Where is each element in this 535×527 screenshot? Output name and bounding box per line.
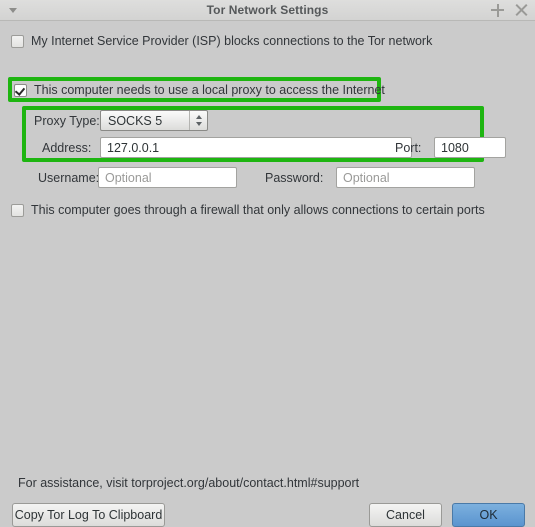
isp-blocks-checkbox-row[interactable]: My Internet Service Provider (ISP) block…	[11, 34, 432, 48]
window-title: Tor Network Settings	[206, 3, 329, 17]
port-input[interactable]: 1080	[434, 137, 506, 158]
local-proxy-checkbox[interactable]	[14, 83, 27, 97]
proxy-type-select[interactable]: SOCKS 5	[100, 110, 208, 131]
close-icon[interactable]	[515, 4, 528, 17]
firewall-label: This computer goes through a firewall th…	[31, 203, 485, 217]
dialog-content: My Internet Service Provider (ISP) block…	[0, 21, 535, 527]
window-controls	[491, 3, 528, 17]
username-label: Username:	[38, 171, 100, 185]
port-label: Port:	[395, 141, 422, 155]
copy-tor-log-button[interactable]: Copy Tor Log To Clipboard	[12, 503, 165, 527]
chevron-down-icon	[195, 122, 202, 126]
username-input[interactable]: Optional	[98, 167, 237, 188]
isp-blocks-checkbox[interactable]	[11, 34, 24, 48]
isp-blocks-label: My Internet Service Provider (ISP) block…	[31, 34, 433, 48]
window-titlebar: Tor Network Settings	[0, 0, 535, 21]
firewall-checkbox-row[interactable]: This computer goes through a firewall th…	[11, 203, 485, 217]
spinner-arrows-icon[interactable]	[189, 111, 207, 130]
ok-button[interactable]: OK	[452, 503, 525, 527]
password-label: Password:	[265, 171, 324, 185]
firewall-checkbox[interactable]	[11, 203, 24, 217]
proxy-type-value: SOCKS 5	[108, 113, 163, 128]
local-proxy-label: This computer needs to use a local proxy…	[34, 83, 385, 97]
proxy-settings-panel: Proxy Type: SOCKS 5 Address: 127.0.0.1 P…	[28, 110, 506, 158]
password-input[interactable]: Optional	[336, 167, 475, 188]
assistance-text: For assistance, visit torproject.org/abo…	[18, 476, 360, 490]
address-input[interactable]: 127.0.0.1	[100, 137, 412, 158]
cancel-button[interactable]: Cancel	[369, 503, 442, 527]
address-label: Address:	[42, 141, 92, 155]
proxy-type-label: Proxy Type:	[34, 114, 100, 128]
plus-icon[interactable]	[491, 3, 504, 17]
local-proxy-checkbox-row[interactable]: This computer needs to use a local proxy…	[14, 83, 385, 97]
chevron-up-icon	[195, 115, 202, 119]
